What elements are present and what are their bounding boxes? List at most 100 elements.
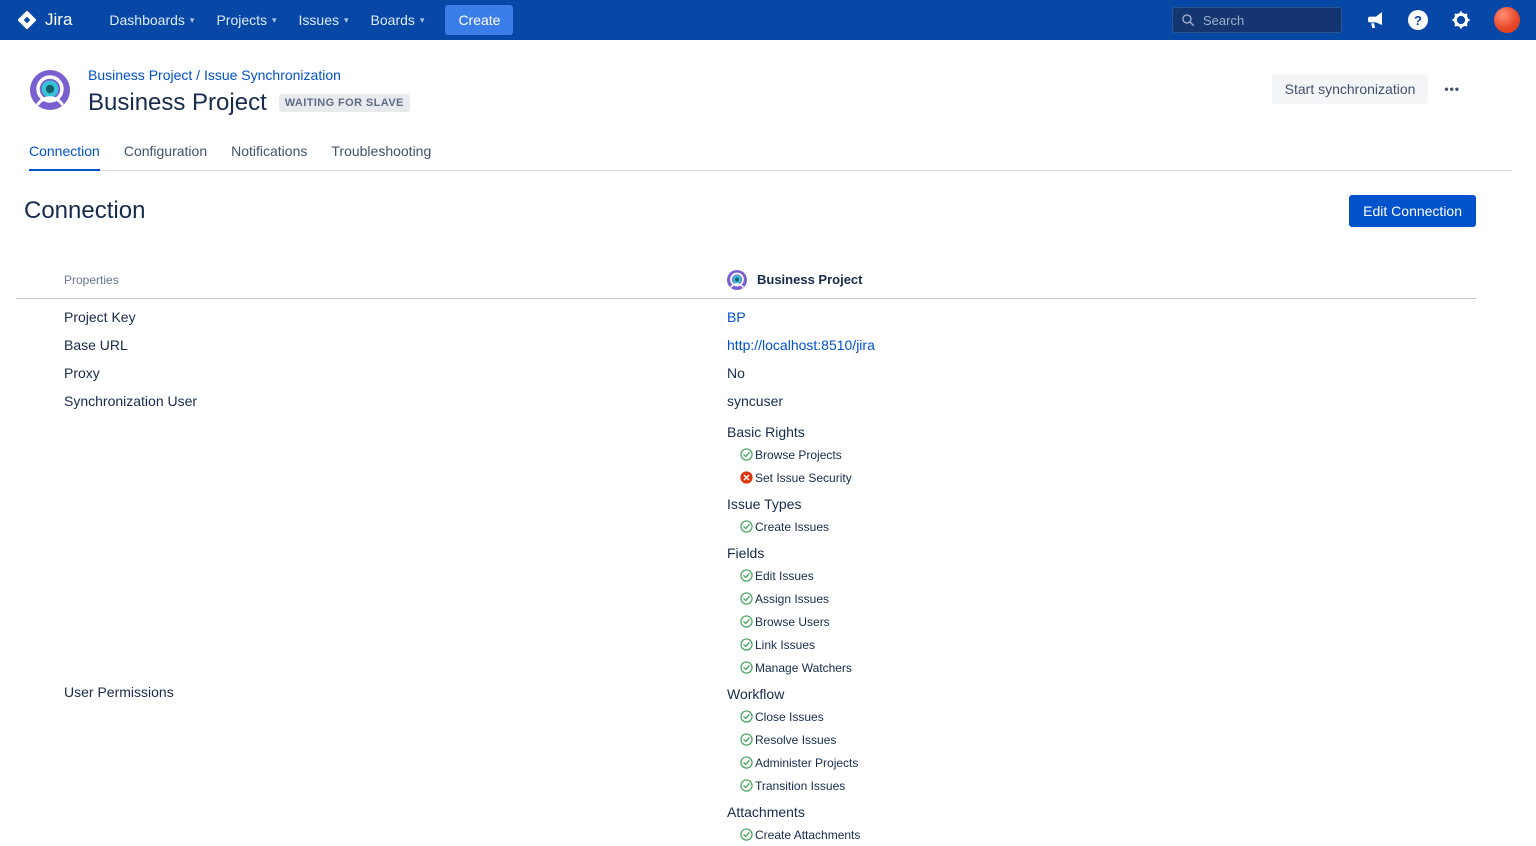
tab-connection[interactable]: Connection	[29, 143, 100, 171]
nav-menu-label: Issues	[299, 12, 339, 28]
start-synchronization-button[interactable]: Start synchronization	[1272, 74, 1429, 104]
header-actions: Start synchronization •••	[1272, 66, 1466, 104]
connection-table: Properties Business Project Project Key …	[16, 265, 1476, 846]
user-avatar[interactable]	[1494, 7, 1520, 33]
permission-group: Attachments Create Attachments	[727, 803, 1476, 846]
permission-label: Manage Watchers	[755, 661, 852, 675]
granted-check-icon	[739, 733, 753, 747]
breadcrumb[interactable]: Business Project / Issue Synchronization	[88, 66, 410, 84]
gear-icon[interactable]	[1450, 9, 1472, 31]
table-rows: Project Key BP Base URL http://localhost…	[16, 299, 1476, 846]
tab-notifications[interactable]: Notifications	[231, 143, 307, 171]
announcement-icon[interactable]	[1364, 9, 1386, 31]
help-icon[interactable]: ?	[1408, 10, 1428, 30]
granted-check-icon	[739, 448, 753, 462]
status-badge: WAITING FOR SLAVE	[279, 94, 410, 112]
more-actions-button[interactable]: •••	[1438, 75, 1466, 103]
tab-troubleshooting[interactable]: Troubleshooting	[331, 143, 431, 171]
granted-check-icon	[739, 710, 753, 724]
granted-check-icon	[739, 569, 753, 583]
permission-label: Transition Issues	[755, 779, 845, 793]
nav-menu-boards[interactable]: Boards ▾	[360, 6, 436, 34]
permission-group-name: Basic Rights	[727, 423, 1476, 441]
permission-group: Workflow Close Issues Resolve Issues Adm…	[727, 685, 1476, 797]
title-block: Business Project / Issue Synchronization…	[88, 66, 410, 117]
granted-check-icon	[739, 592, 753, 606]
nav-menu-label: Boards	[371, 12, 415, 28]
nav-menu-label: Projects	[216, 12, 267, 28]
property-label: Synchronization User	[16, 393, 727, 409]
permission-label: Link Issues	[755, 638, 815, 652]
table-row: Project Key BP	[16, 303, 1476, 331]
granted-check-icon	[739, 756, 753, 770]
permission-item: Manage Watchers	[727, 656, 1476, 679]
tab-configuration[interactable]: Configuration	[124, 143, 207, 171]
permission-group-name: Issue Types	[727, 495, 1476, 513]
page-header: Business Project / Issue Synchronization…	[0, 40, 1536, 117]
property-label: Base URL	[16, 337, 727, 353]
search-icon	[1181, 13, 1195, 27]
jira-logo-icon	[16, 9, 38, 31]
user-permissions-list: Basic Rights Browse Projects Set Issue S…	[727, 415, 1476, 846]
granted-check-icon	[739, 638, 753, 652]
permission-label: Set Issue Security	[755, 471, 852, 485]
chevron-down-icon: ▾	[420, 15, 425, 26]
granted-check-icon	[739, 615, 753, 629]
permission-group: Fields Edit Issues Assign Issues Browse …	[727, 544, 1476, 679]
brand-name: Jira	[45, 10, 72, 30]
property-label: Project Key	[16, 309, 727, 325]
permission-label: Browse Projects	[755, 448, 842, 462]
permission-label: Browse Users	[755, 615, 830, 629]
page-title: Business Project	[88, 89, 267, 117]
permission-label: Close Issues	[755, 710, 824, 724]
chevron-down-icon: ▾	[272, 15, 277, 26]
search-box[interactable]	[1172, 7, 1342, 33]
permission-group: Basic Rights Browse Projects Set Issue S…	[727, 423, 1476, 489]
permission-item: Assign Issues	[727, 587, 1476, 610]
permission-item: Transition Issues	[727, 774, 1476, 797]
permission-item: Create Issues	[727, 515, 1476, 538]
base-url-link[interactable]: http://localhost:8510/jira	[727, 337, 875, 353]
nav-menu-projects[interactable]: Projects ▾	[205, 6, 287, 34]
project-avatar-small	[727, 270, 747, 290]
navbar-right: ?	[1172, 7, 1520, 33]
nav-menu-dashboards[interactable]: Dashboards ▾	[98, 6, 205, 34]
permission-item: Set Issue Security	[727, 466, 1476, 489]
permission-label: Edit Issues	[755, 569, 814, 583]
nav-menu-issues[interactable]: Issues ▾	[288, 6, 360, 34]
table-row: Proxy No	[16, 359, 1476, 387]
project-key-value[interactable]: BP	[727, 309, 746, 325]
nav-menu-label: Dashboards	[109, 12, 185, 28]
user-permissions-row: User Permissions Basic Rights Browse Pro…	[16, 415, 1476, 846]
jira-logo[interactable]: Jira	[16, 9, 72, 31]
permission-item: Close Issues	[727, 705, 1476, 728]
granted-check-icon	[739, 661, 753, 675]
section-title: Connection	[24, 197, 145, 225]
sync-user-value: syncuser	[727, 393, 783, 409]
permission-group-name: Fields	[727, 544, 1476, 562]
proxy-value: No	[727, 365, 745, 381]
table-header: Properties Business Project	[16, 265, 1476, 299]
permission-item: Browse Projects	[727, 443, 1476, 466]
search-input[interactable]	[1201, 12, 1333, 29]
tab-bar: Connection Configuration Notifications T…	[24, 143, 1512, 171]
project-avatar	[30, 70, 70, 110]
permission-label: Assign Issues	[755, 592, 829, 606]
permission-label: Resolve Issues	[755, 733, 836, 747]
permission-item: Administer Projects	[727, 751, 1476, 774]
granted-check-icon	[739, 520, 753, 534]
permission-item: Edit Issues	[727, 564, 1476, 587]
properties-column-header: Properties	[16, 273, 727, 287]
permission-group: Issue Types Create Issues	[727, 495, 1476, 538]
permission-item: Create Attachments	[727, 823, 1476, 846]
permission-group-name: Workflow	[727, 685, 1476, 703]
granted-check-icon	[739, 779, 753, 793]
create-button[interactable]: Create	[445, 5, 513, 35]
table-row: Base URL http://localhost:8510/jira	[16, 331, 1476, 359]
section-header: Connection Edit Connection	[24, 195, 1476, 227]
edit-connection-button[interactable]: Edit Connection	[1349, 195, 1476, 227]
property-label: Proxy	[16, 365, 727, 381]
permission-item: Resolve Issues	[727, 728, 1476, 751]
denied-cross-icon	[739, 471, 753, 485]
chevron-down-icon: ▾	[344, 15, 349, 26]
